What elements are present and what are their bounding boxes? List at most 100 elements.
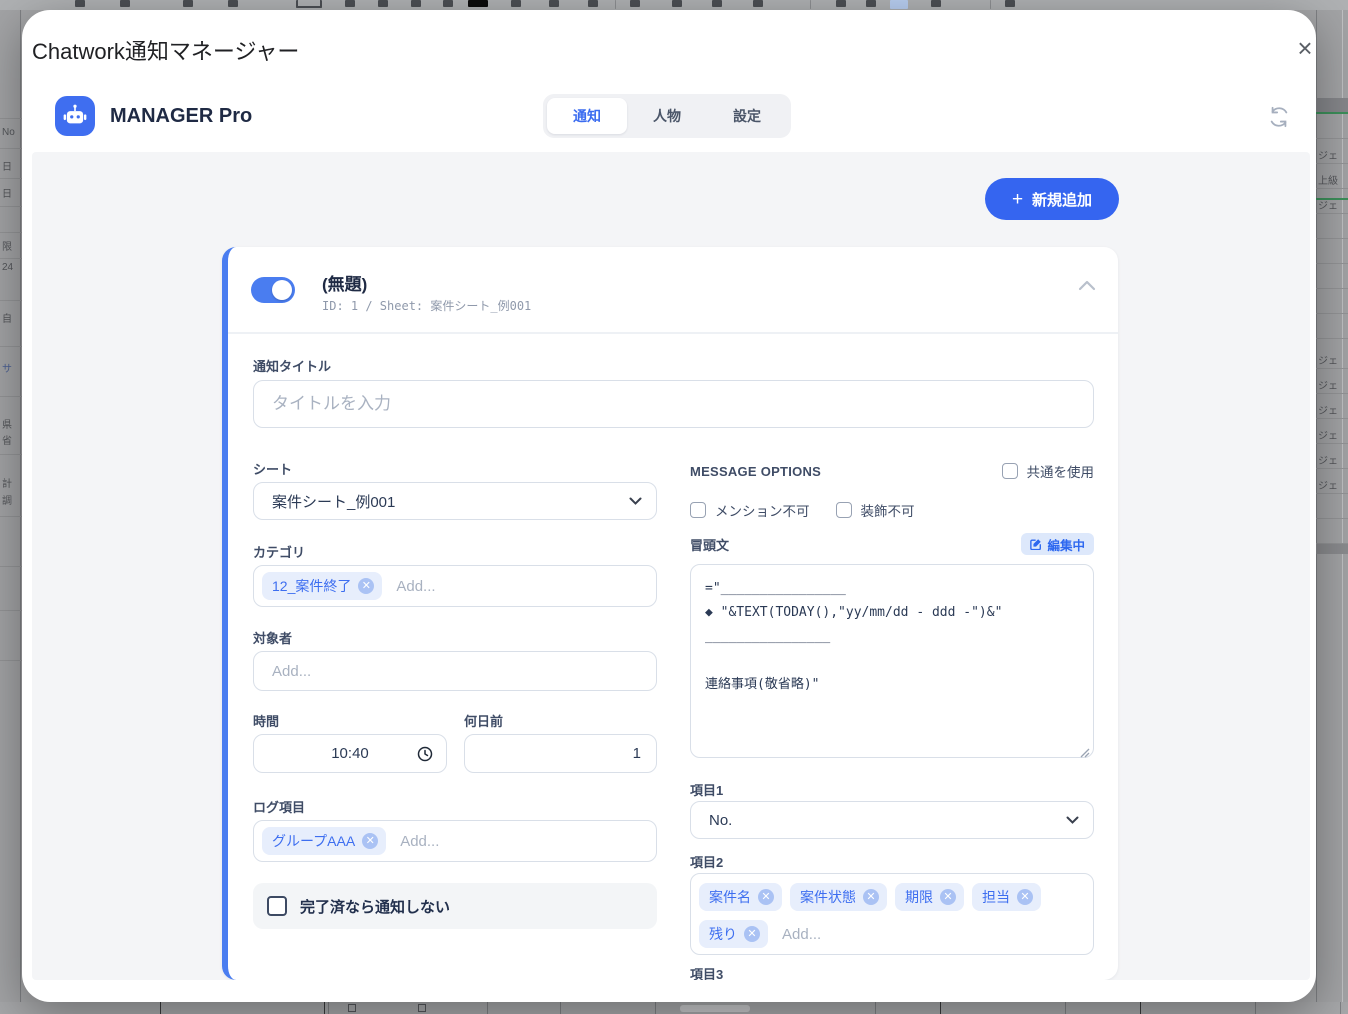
notification-manager-dialog: Chatwork通知マネージャー × MANAGER Pro 通知 人物 設定 … xyxy=(22,10,1316,1002)
chip[interactable]: 担当 ✕ xyxy=(972,883,1041,911)
add-placeholder: Add... xyxy=(272,663,311,680)
days-before-value: 1 xyxy=(633,745,641,762)
message-flags-row: メンション不可 装飾不可 xyxy=(690,500,915,520)
use-common-label: 共通を使用 xyxy=(1027,461,1095,481)
add-placeholder: Add... xyxy=(400,833,439,850)
item2-chip-input[interactable]: 案件名 ✕ 案件状態 ✕ 期限 ✕ 担当 ✕ 残り ✕ Add... xyxy=(690,873,1094,955)
chip-remove-icon[interactable]: ✕ xyxy=(358,578,374,594)
editing-badge[interactable]: 編集中 xyxy=(1021,533,1094,555)
days-before-input[interactable]: 1 xyxy=(464,734,657,773)
chip[interactable]: 12_案件終了 ✕ xyxy=(262,572,382,600)
refresh-icon[interactable] xyxy=(1268,106,1292,130)
item2-label: 項目2 xyxy=(690,852,723,871)
background-sheet-left: No 日 日 限 24 自 サ 県 省 計 調 xyxy=(0,10,22,1002)
log-items-label: ログ項目 xyxy=(253,797,305,816)
skip-done-row: 完了済なら通知しない xyxy=(253,883,657,929)
chip-label: グループAAA xyxy=(272,831,355,851)
chip-label: 残り xyxy=(709,924,737,944)
item3-label: 項目3 xyxy=(690,964,723,980)
category-chip-input[interactable]: 12_案件終了 ✕ Add... xyxy=(253,565,657,607)
opening-label: 冒頭文 xyxy=(690,535,729,554)
opening-textarea[interactable]: ="________________ ◆ "&TEXT(TODAY(),"yy/… xyxy=(690,564,1094,758)
chip-remove-icon[interactable]: ✕ xyxy=(758,889,774,905)
chevron-up-icon[interactable] xyxy=(1078,279,1100,297)
add-new-button[interactable]: + 新規追加 xyxy=(985,178,1119,220)
chip-label: 期限 xyxy=(905,887,933,907)
message-options-heading: MESSAGE OPTIONS xyxy=(690,464,821,479)
chip-label: 案件状態 xyxy=(800,887,856,907)
sheet-label: シート xyxy=(253,459,292,478)
chip[interactable]: 案件状態 ✕ xyxy=(790,883,887,911)
background-sheet-bottom xyxy=(0,1002,1348,1014)
time-value: 10:40 xyxy=(331,745,369,762)
no-decoration-row: 装飾不可 xyxy=(836,500,915,520)
chip-remove-icon[interactable]: ✕ xyxy=(744,926,760,942)
no-decoration-checkbox[interactable] xyxy=(836,502,852,518)
add-new-label: 新規追加 xyxy=(1032,189,1092,210)
time-label: 時間 xyxy=(253,711,279,730)
use-common-checkbox[interactable] xyxy=(1002,463,1018,479)
chip-remove-icon[interactable]: ✕ xyxy=(1017,889,1033,905)
days-before-label: 何日前 xyxy=(464,711,503,730)
log-items-chip-input[interactable]: グループAAA ✕ Add... xyxy=(253,820,657,862)
sheet-select-value: 案件シート_例001 xyxy=(272,491,395,512)
tab-notifications[interactable]: 通知 xyxy=(547,98,627,134)
plus-icon: + xyxy=(1012,190,1023,209)
chip-remove-icon[interactable]: ✕ xyxy=(940,889,956,905)
message-options-row: MESSAGE OPTIONS 共通を使用 xyxy=(690,461,1094,481)
clock-icon xyxy=(417,746,433,762)
item1-select-value: No. xyxy=(709,812,732,829)
toolbar-active-icon xyxy=(890,0,908,9)
tab-settings[interactable]: 設定 xyxy=(707,98,787,134)
skip-done-label: 完了済なら通知しない xyxy=(300,896,450,917)
chip-label: 12_案件終了 xyxy=(272,576,351,596)
category-label: カテゴリ xyxy=(253,542,305,561)
resize-handle-icon[interactable] xyxy=(1080,745,1090,763)
robot-app-icon xyxy=(55,96,95,136)
tab-people[interactable]: 人物 xyxy=(627,98,707,134)
chip[interactable]: 案件名 ✕ xyxy=(699,883,782,911)
chip-label: 担当 xyxy=(982,887,1010,907)
dialog-title: Chatwork通知マネージャー xyxy=(32,34,299,66)
robot-icon xyxy=(62,103,88,129)
enabled-toggle[interactable] xyxy=(251,277,295,303)
tab-bar: 通知 人物 設定 xyxy=(543,94,791,138)
chevron-down-icon xyxy=(1066,816,1079,824)
app-name: MANAGER Pro xyxy=(110,96,252,136)
divider xyxy=(228,332,1118,334)
targets-label: 対象者 xyxy=(253,628,292,647)
item1-label: 項目1 xyxy=(690,780,723,799)
no-mention-label: メンション不可 xyxy=(715,500,810,520)
chip[interactable]: 残り ✕ xyxy=(699,920,768,948)
notification-card: (無題) ID: 1 / Sheet: 案件シート_例001 通知タイトル シー… xyxy=(222,247,1118,980)
notifications-panel: + 新規追加 (無題) ID: 1 / Sheet: 案件シート_例001 通知… xyxy=(32,152,1310,980)
notify-title-label: 通知タイトル xyxy=(253,356,331,375)
skip-done-checkbox[interactable] xyxy=(267,896,287,916)
notify-title-input[interactable] xyxy=(253,380,1094,428)
item1-select[interactable]: No. xyxy=(690,801,1094,839)
edit-icon xyxy=(1030,538,1042,550)
toolbar-zoom-box xyxy=(296,0,322,8)
editing-badge-label: 編集中 xyxy=(1047,535,1085,554)
no-mention-row: メンション不可 xyxy=(690,500,810,520)
add-placeholder: Add... xyxy=(782,926,821,943)
no-mention-checkbox[interactable] xyxy=(690,502,706,518)
chip-remove-icon[interactable]: ✕ xyxy=(863,889,879,905)
background-sheet-right: ジェ 上級 ジェ ジェ ジェ ジェ ジェ ジェ ジェ xyxy=(1316,10,1348,1002)
chip-remove-icon[interactable]: ✕ xyxy=(362,833,378,849)
chip[interactable]: 期限 ✕ xyxy=(895,883,964,911)
targets-chip-input[interactable]: Add... xyxy=(253,651,657,691)
chip-label: 案件名 xyxy=(709,887,751,907)
opening-row: 冒頭文 編集中 xyxy=(690,533,1094,555)
add-placeholder: Add... xyxy=(396,578,435,595)
card-title: (無題) xyxy=(322,270,367,295)
background-toolbar-strip xyxy=(0,0,1348,10)
no-decoration-label: 装飾不可 xyxy=(861,500,915,520)
close-icon[interactable]: × xyxy=(1290,34,1320,64)
sheet-select[interactable]: 案件シート_例001 xyxy=(253,482,657,520)
toolbar-fill-icon xyxy=(468,0,488,7)
chip[interactable]: グループAAA ✕ xyxy=(262,827,386,855)
time-input[interactable]: 10:40 xyxy=(253,734,447,773)
toggle-knob xyxy=(272,280,292,300)
chevron-down-icon xyxy=(629,497,642,505)
